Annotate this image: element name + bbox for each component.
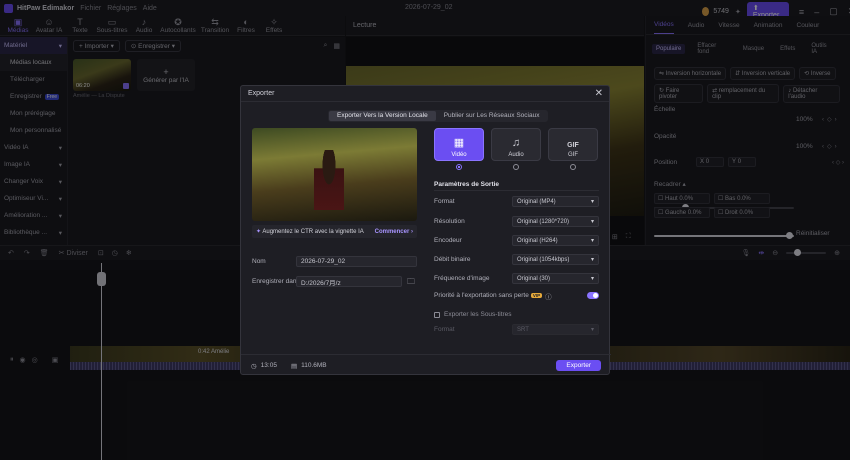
export-button[interactable]: Exporter <box>556 360 601 371</box>
ctr-text: Augmentez le CTR avec la vignette IA <box>262 229 364 235</box>
chevron-down-icon: ▾ <box>590 199 594 205</box>
start-label: Commencer <box>374 228 410 235</box>
export-destination-tabs: Exporter Vers la Version Locale Publier … <box>328 110 549 122</box>
chevron-down-icon: ▾ <box>590 219 594 225</box>
subtitles-format-select: SRT ▾ <box>512 324 599 335</box>
format-card-audio[interactable]: ♫ Audio <box>491 128 541 161</box>
chevron-down-icon: ▾ <box>590 276 594 282</box>
export-duration: 13:05 <box>260 362 277 369</box>
export-subtitles-checkbox[interactable] <box>434 311 440 318</box>
param-value: Original (1280*720) <box>517 218 570 225</box>
close-icon[interactable]: ✕ <box>595 88 603 99</box>
name-label: Nom <box>252 258 266 265</box>
param-value: Original (30) <box>517 275 551 282</box>
format-label: Vidéo <box>451 152 467 158</box>
ai-thumbnail-banner[interactable]: ✦ Augmentez le CTR avec la vignette IA C… <box>252 225 417 238</box>
export-filesize: 110.6MB <box>301 362 327 369</box>
video-icon: ▦ <box>453 137 465 149</box>
format-label: Audio <box>508 152 524 158</box>
format-video-radio[interactable] <box>456 164 462 170</box>
param-value: Original (MP4) <box>517 198 556 205</box>
lossless-toggle[interactable] <box>587 292 599 299</box>
resolution-select[interactable]: Original (1280*720) ▾ <box>512 216 599 227</box>
ctr-text-wrap: ✦ Augmentez le CTR avec la vignette IA <box>256 228 364 235</box>
audio-icon: ♫ <box>511 137 521 149</box>
format-gif[interactable]: GIF GIF <box>548 128 598 170</box>
format-cards: ▦ Vidéo ♫ Audio GIF GIF <box>434 128 598 170</box>
format-select[interactable]: Original (MP4) ▾ <box>512 196 599 207</box>
param-label: Fréquence d'image <box>434 275 490 282</box>
export-subtitles-row: Exporter les Sous-titres <box>434 309 599 320</box>
subtitles-format-row: Format SRT ▾ <box>434 324 599 335</box>
name-input[interactable]: 2026-07-29_02 <box>296 256 417 267</box>
info-icon[interactable]: ⓘ <box>545 291 552 301</box>
folder-icon[interactable]: 🗀 <box>407 276 415 290</box>
divider <box>434 190 599 191</box>
export-subtitles-label: Exporter les Sous-titres <box>444 311 512 318</box>
format-audio-radio[interactable] <box>513 164 519 170</box>
name-value: 2026-07-29_02 <box>301 258 346 265</box>
param-framerate: Fréquence d'image Original (30) ▾ <box>434 273 599 284</box>
format-card-gif[interactable]: GIF GIF <box>548 128 598 161</box>
param-resolution: Résolution Original (1280*720) ▾ <box>434 216 599 227</box>
param-value: Original (1054kbps) <box>517 256 570 263</box>
param-label: Débit binaire <box>434 256 471 263</box>
lossless-label-wrap: Priorité à l'exportation sans perte VIP ⓘ <box>434 291 552 301</box>
format-label: GIF <box>568 152 578 158</box>
dialog-header: Exporter ✕ <box>241 86 609 102</box>
param-label: Format <box>434 198 455 205</box>
param-encoder: Encodeur Original (H264) ▾ <box>434 235 599 246</box>
gif-icon: GIF <box>567 142 579 149</box>
lossless-row: Priorité à l'exportation sans perte VIP ⓘ <box>434 290 599 301</box>
export-dialog: Exporter ✕ Exporter Vers la Version Loca… <box>240 85 611 376</box>
param-format: Format Original (MP4) ▾ <box>434 196 599 207</box>
chevron-down-icon: ▾ <box>590 327 594 333</box>
param-label: Encodeur <box>434 237 462 244</box>
format-audio[interactable]: ♫ Audio <box>491 128 541 170</box>
param-value: Original (H264) <box>517 237 558 244</box>
start-button[interactable]: Commencer › <box>375 229 413 235</box>
format-card-video[interactable]: ▦ Vidéo <box>434 128 484 161</box>
clock-icon: ◷ <box>251 362 257 370</box>
save-path-input[interactable]: D:/2026/7月/z <box>296 276 402 287</box>
encoder-select[interactable]: Original (H264) ▾ <box>512 235 599 246</box>
chevron-down-icon: ▾ <box>590 257 594 263</box>
save-path-value: D:/2026/7月/z <box>301 279 341 287</box>
bitrate-select[interactable]: Original (1054kbps) ▾ <box>512 254 599 265</box>
chevron-down-icon: ▾ <box>590 238 594 244</box>
tab-export-local[interactable]: Exporter Vers la Version Locale <box>329 111 436 121</box>
format-video[interactable]: ▦ Vidéo <box>434 128 484 170</box>
subs-format-value: SRT <box>517 326 529 333</box>
param-bitrate: Débit binaire Original (1054kbps) ▾ <box>434 254 599 265</box>
param-label: Résolution <box>434 218 465 225</box>
lossless-label: Priorité à l'exportation sans perte <box>434 292 529 299</box>
output-params-title: Paramètres de Sortie <box>434 181 500 188</box>
subs-format-label: Format <box>434 326 455 333</box>
dialog-footer: ◷ 13:05 ▤ 110.6MB Exporter <box>241 354 611 376</box>
vip-badge: VIP <box>530 293 543 298</box>
format-gif-radio[interactable] <box>570 164 576 170</box>
framerate-select[interactable]: Original (30) ▾ <box>512 273 599 284</box>
sparkle-icon: ✦ <box>256 229 262 235</box>
file-icon: ▤ <box>290 362 298 370</box>
dialog-title: Exporter <box>248 90 275 97</box>
export-preview-thumbnail <box>252 128 417 221</box>
save-location-label: Enregistrer dans <box>252 278 300 285</box>
tab-publish-social[interactable]: Publier sur Les Réseaux Sociaux <box>436 111 548 121</box>
thumbnail-figure <box>314 150 344 210</box>
